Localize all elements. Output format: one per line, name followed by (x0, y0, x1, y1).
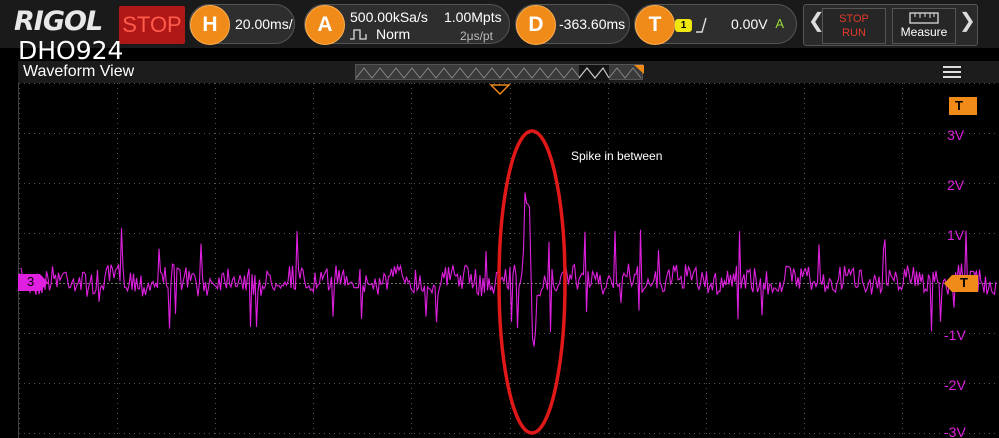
measure-button[interactable]: Measure (892, 8, 956, 44)
volt-label: -1V (944, 327, 966, 343)
trigger-panel[interactable]: T 1 0.00V A (634, 4, 797, 45)
memory-navigation-strip[interactable] (355, 64, 644, 81)
trigger-marker-label: T (960, 275, 968, 290)
channel-3-trace (20, 192, 997, 347)
model-name: DHO924 (18, 36, 124, 65)
delay-panel[interactable]: D -363.60ms (515, 4, 630, 45)
delay-icon: D (516, 5, 556, 45)
hamburger-icon[interactable] (943, 66, 961, 79)
trigger-level-marker[interactable]: T (944, 275, 978, 292)
volt-label: 3V (947, 127, 965, 143)
pulse-icon (350, 29, 367, 40)
waveform-plot[interactable] (18, 83, 999, 438)
run-state-indicator[interactable]: STOP (119, 6, 185, 44)
volt-label: -2V (944, 377, 966, 393)
volt-label: -3V (944, 424, 966, 438)
timebase-value: 20.00ms/ (235, 16, 293, 32)
trigger-icon: T (635, 5, 675, 45)
trigger-top-marker[interactable]: T (949, 97, 977, 115)
ruler-icon (909, 12, 939, 24)
stop-run-button[interactable]: STOP RUN (822, 8, 886, 44)
annotation-text: Spike in between (571, 149, 663, 163)
trigger-level: 0.00V (731, 16, 768, 32)
channel-3-offset-marker[interactable]: 3 (18, 274, 48, 291)
time-resolution: 2μs/pt (460, 29, 493, 43)
volt-label: 2V (947, 177, 965, 193)
trigger-source-badge: 1 (675, 19, 692, 32)
trigger-top-label: T (955, 98, 963, 113)
measure-label: Measure (900, 25, 948, 39)
delay-offset: -363.60ms (559, 16, 626, 32)
waveform-view-header: Waveform View (18, 61, 999, 83)
view-title: Waveform View (23, 63, 135, 80)
trigger-sweep-mode: A (775, 16, 784, 31)
horizontal-panel[interactable]: H 20.00ms/ (189, 4, 295, 45)
memory-depth: 1.00Mpts (444, 9, 502, 25)
channel-number: 3 (27, 274, 35, 289)
acquire-panel[interactable]: A 500.00kSa/s 1.00Mpts Norm 2μs/pt (304, 4, 510, 45)
acquire-icon: A (305, 5, 345, 45)
waveform-canvas (19, 83, 999, 438)
memory-overview-waveform (355, 65, 644, 81)
acquire-mode: Norm (376, 26, 411, 42)
rising-edge-icon (696, 17, 707, 33)
top-status-bar: RIGOL STOP H 20.00ms/ A 500.00kSa/s 1.00… (0, 0, 999, 48)
volt-label: 1V (947, 227, 965, 243)
brand-logo: RIGOL (14, 6, 103, 37)
run-label: RUN (842, 27, 866, 39)
trigger-position-marker (489, 84, 511, 96)
stop-label: STOP (839, 13, 869, 25)
chevron-right-icon[interactable]: ❯ (959, 8, 976, 32)
sample-rate: 500.00kSa/s (350, 9, 428, 25)
horizontal-icon: H (190, 5, 230, 45)
